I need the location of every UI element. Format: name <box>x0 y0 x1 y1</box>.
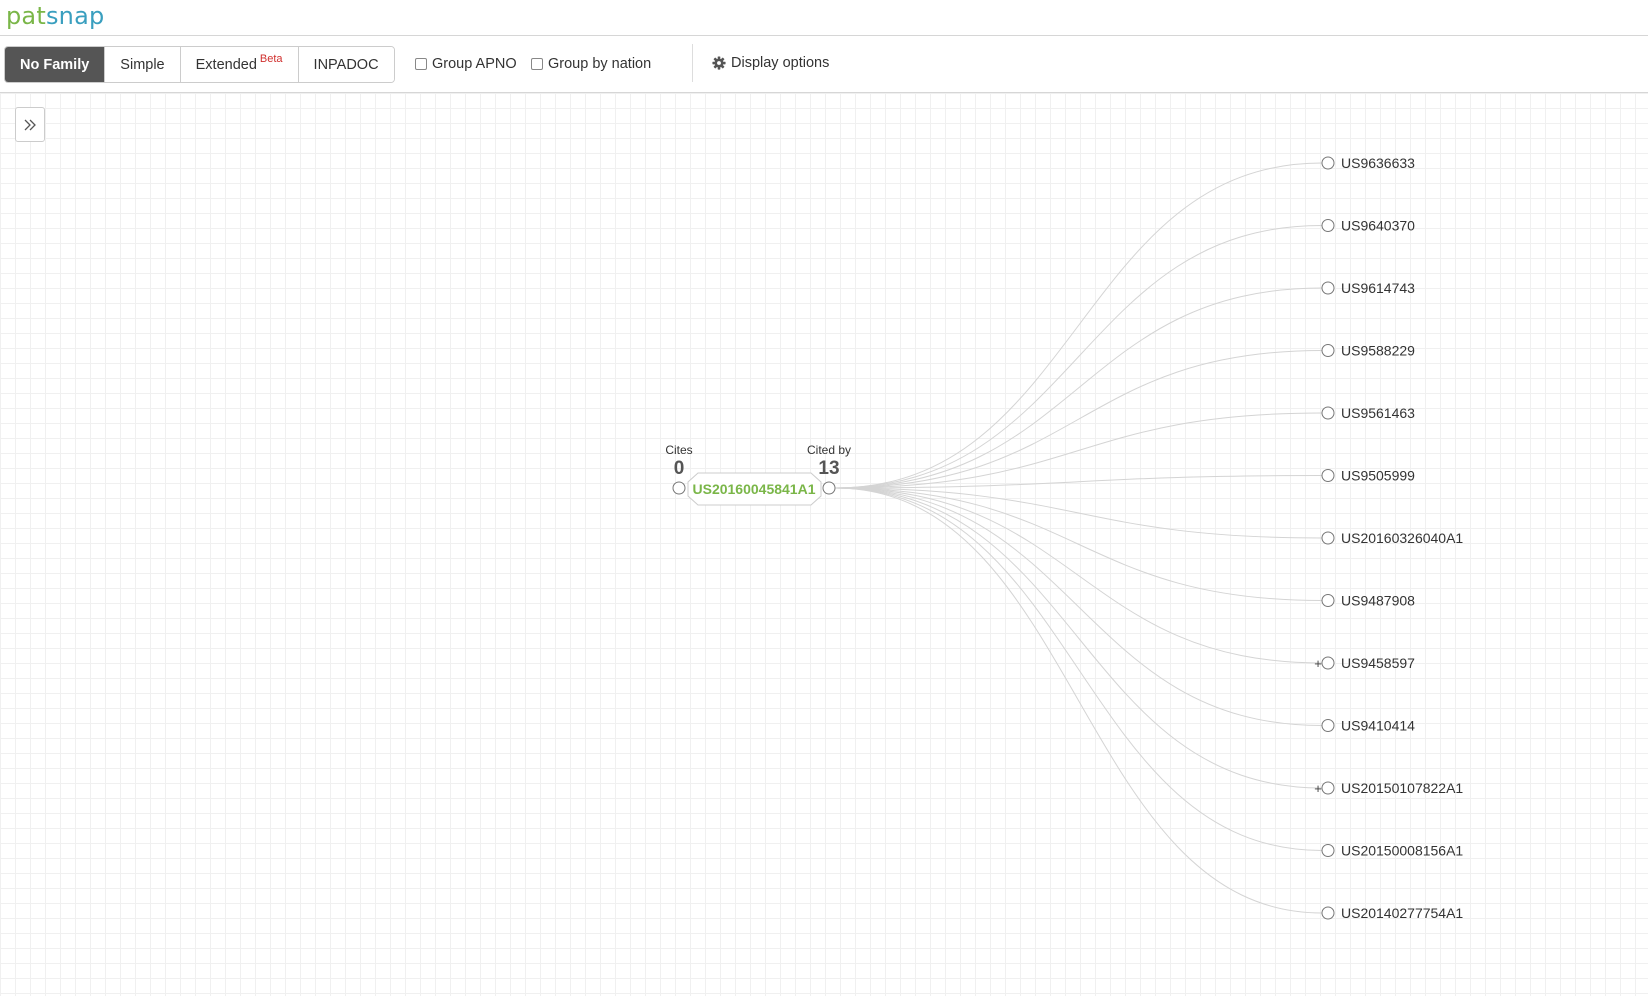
cited-patent-id[interactable]: US9614743 <box>1341 280 1415 296</box>
node-circle[interactable] <box>1321 156 1335 170</box>
cites-count: 0 <box>674 458 685 479</box>
cited-patent-id[interactable]: US9505999 <box>1341 468 1415 484</box>
cited-by-node[interactable]: US9410414 <box>1321 718 1415 734</box>
node-circle[interactable] <box>1321 406 1335 420</box>
cited-patent-id[interactable]: US9561463 <box>1341 405 1415 421</box>
citation-link <box>834 475 1323 489</box>
citation-link <box>834 225 1323 489</box>
cites-port-node[interactable] <box>672 481 686 495</box>
citation-graph: Cites 0 Cited by 13 US20160045841A1 US96… <box>665 155 1463 921</box>
cited-patent-id[interactable]: US9410414 <box>1341 718 1415 734</box>
node-circle[interactable] <box>1321 906 1335 920</box>
citation-link <box>834 162 1323 489</box>
expand-plus-icon[interactable]: + <box>1314 656 1322 671</box>
cited-by-node[interactable]: US20150008156A1 <box>1321 843 1463 859</box>
citation-link <box>834 487 1323 789</box>
center-node[interactable]: Cites 0 Cited by 13 US20160045841A1 <box>665 443 851 506</box>
cited-by-node[interactable]: US9588229 <box>1321 343 1415 359</box>
cited-patent-id[interactable]: US20160326040A1 <box>1341 530 1463 546</box>
citation-link <box>834 487 1323 726</box>
citation-link <box>834 487 1323 851</box>
cited-patent-id[interactable]: US20140277754A1 <box>1341 905 1463 921</box>
cited-by-node[interactable]: US9505999 <box>1321 468 1415 484</box>
cited-by-node[interactable]: US9487908 <box>1321 593 1415 609</box>
cited-by-label: Cited by <box>807 443 851 457</box>
citation-link <box>834 350 1323 489</box>
node-circle[interactable] <box>1321 781 1335 795</box>
node-circle[interactable] <box>1321 531 1335 545</box>
cited-by-node[interactable]: US20140277754A1 <box>1321 905 1463 921</box>
cited-by-node[interactable]: US9636633 <box>1321 155 1415 171</box>
cites-label: Cites <box>665 443 692 457</box>
citation-links <box>834 162 1323 914</box>
cited-by-count: 13 <box>818 458 839 479</box>
cited-patent-id[interactable]: US20150008156A1 <box>1341 843 1463 859</box>
cited-patent-id[interactable]: US9487908 <box>1341 593 1415 609</box>
cited-by-node[interactable]: + US9458597 <box>1314 655 1415 671</box>
node-circle[interactable] <box>1321 719 1335 732</box>
node-circle[interactable] <box>1321 844 1335 857</box>
node-circle[interactable] <box>1321 219 1335 232</box>
cited-patent-id[interactable]: US9458597 <box>1341 655 1415 671</box>
cited-by-node[interactable]: US20160326040A1 <box>1321 530 1463 546</box>
cited-by-node[interactable]: + US20150107822A1 <box>1314 780 1463 796</box>
cited-patent-id[interactable]: US20150107822A1 <box>1341 780 1463 796</box>
node-circle[interactable] <box>1321 594 1335 607</box>
cited-by-nodes: US9636633 US9640370 US9614743 US9588229 US95… <box>1314 155 1463 921</box>
cited-patent-id[interactable]: US9588229 <box>1341 343 1415 359</box>
node-circle[interactable] <box>1321 344 1335 357</box>
citation-link <box>834 487 1323 601</box>
node-circle[interactable] <box>1321 281 1335 295</box>
node-circle[interactable] <box>1321 469 1335 482</box>
cited-patent-id[interactable]: US9640370 <box>1341 218 1415 234</box>
cited-patent-id[interactable]: US9636633 <box>1341 155 1415 171</box>
cited-by-port-node[interactable] <box>822 481 836 495</box>
cited-by-node[interactable]: US9614743 <box>1321 280 1415 296</box>
cited-by-node[interactable]: US9640370 <box>1321 218 1415 234</box>
citation-link <box>834 487 1323 664</box>
citation-link <box>834 487 1323 539</box>
node-circle[interactable] <box>1321 656 1335 670</box>
expand-plus-icon[interactable]: + <box>1314 781 1322 796</box>
center-patent-id[interactable]: US20160045841A1 <box>693 481 816 497</box>
citation-link <box>834 287 1323 489</box>
cited-by-node[interactable]: US9561463 <box>1321 405 1415 421</box>
citation-link <box>834 487 1323 914</box>
